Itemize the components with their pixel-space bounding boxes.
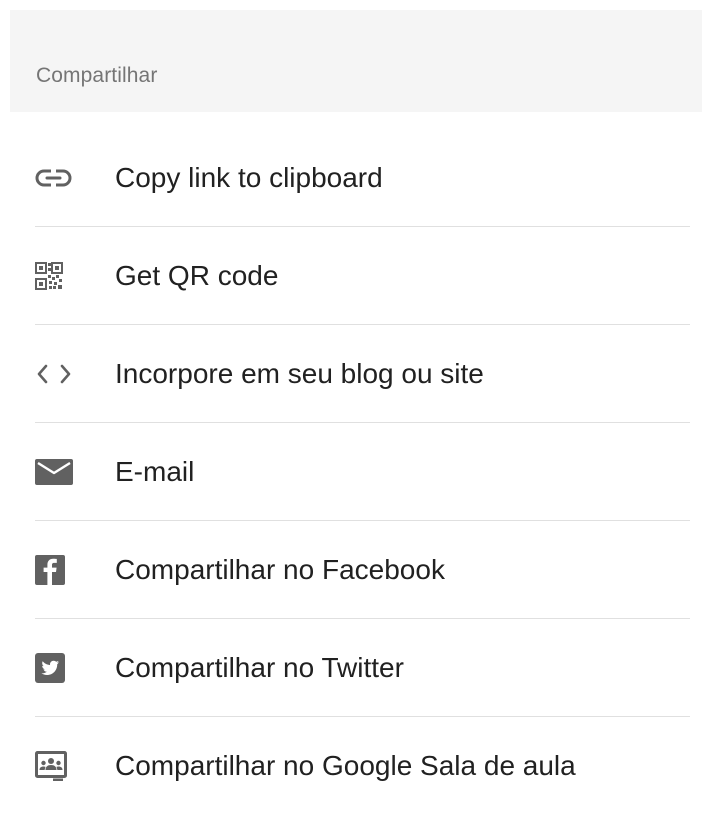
share-item-label: Get QR code [115,260,279,291]
share-item-label: E-mail [115,456,195,487]
code-embed-icon [35,359,77,389]
link-icon [35,163,77,193]
share-item-label: Compartilhar no Google Sala de aula [115,750,576,781]
share-item-facebook[interactable]: Compartilhar no Facebook [35,521,690,619]
qr-code-icon [35,261,77,291]
share-item-label: Copy link to clipboard [115,162,383,193]
twitter-icon [35,653,77,683]
share-item-google-classroom[interactable]: Compartilhar no Google Sala de aula [35,717,690,814]
share-item-qr-code[interactable]: Get QR code [35,227,690,325]
email-icon [35,457,77,487]
share-item-email[interactable]: E-mail [35,423,690,521]
share-item-label: Compartilhar no Twitter [115,652,404,683]
share-title: Compartilhar [36,64,158,87]
share-item-embed[interactable]: Incorpore em seu blog ou site [35,325,690,423]
share-item-twitter[interactable]: Compartilhar no Twitter [35,619,690,717]
share-options-list: Copy link to clipboard Get QR code Incor… [35,129,690,814]
facebook-icon [35,555,77,585]
share-item-label: Incorpore em seu blog ou site [115,358,484,389]
share-header: Compartilhar [10,10,702,112]
share-sheet: Compartilhar Copy link to clipboard Get … [0,0,702,785]
share-item-copy-link[interactable]: Copy link to clipboard [35,129,690,227]
share-item-label: Compartilhar no Facebook [115,554,445,585]
google-classroom-icon [35,751,77,781]
